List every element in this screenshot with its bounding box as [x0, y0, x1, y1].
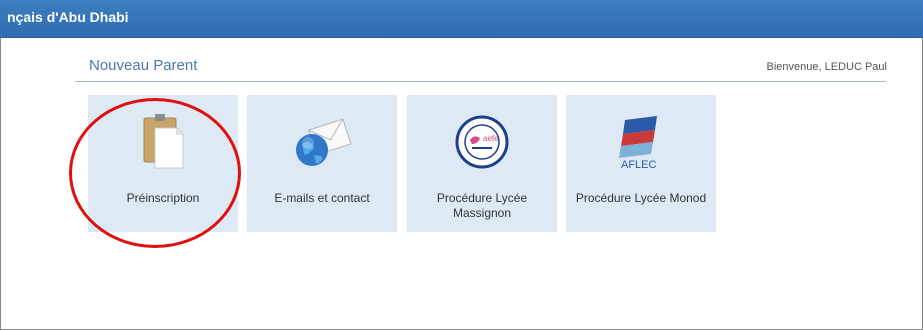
tile-lycee-massignon[interactable]: aefe Procédure Lycée Massignon — [407, 95, 557, 232]
lycee-massignon-logo: aefe — [407, 110, 557, 170]
aflec-logo: AFLEC — [566, 110, 716, 171]
aflec-text: AFLEC — [621, 159, 657, 171]
highlight-circle — [69, 98, 241, 248]
welcome-text: Bienvenue, LEDUC Paul — [766, 61, 887, 73]
tile-label: Procédure Lycée Massignon — [436, 191, 528, 220]
page-title: Nouveau Parent — [89, 57, 198, 74]
aefe-text: aefe — [483, 134, 499, 143]
email-globe-icon — [247, 110, 397, 170]
tile-label: E-mails et contact — [274, 191, 370, 205]
app-title: nçais d'Abu Dhabi — [7, 9, 129, 25]
tile-label: Procédure Lycée Monod — [575, 191, 707, 205]
header-bar: nçais d'Abu Dhabi — [0, 0, 923, 38]
tile-lycee-monod[interactable]: AFLEC Procédure Lycée Monod — [566, 95, 716, 232]
title-divider — [75, 81, 886, 82]
tile-emails-contact[interactable]: E-mails et contact — [247, 95, 397, 232]
